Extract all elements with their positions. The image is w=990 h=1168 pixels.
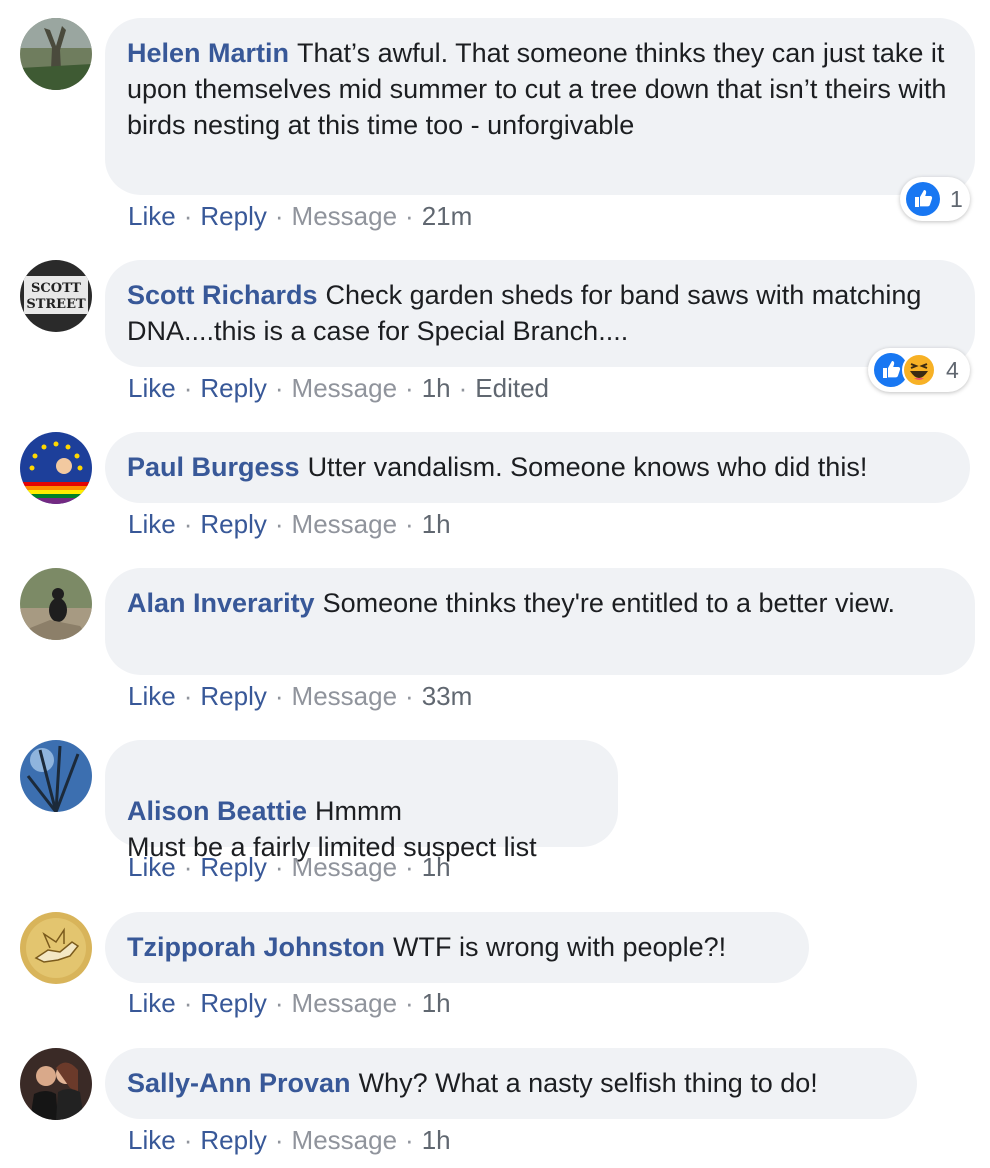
avatar-gold-coin: [20, 912, 92, 984]
comment-text: Someone thinks they're entitled to a bet…: [322, 588, 896, 618]
comment-actions: Like · Reply · Message · 1h: [128, 852, 451, 882]
separator-dot: ·: [274, 201, 284, 231]
comment-text: WTF is wrong with people?!: [392, 932, 727, 962]
comment-actions: Like · Reply · Message · 1h · Edited: [128, 373, 549, 403]
comment-timestamp[interactable]: 1h: [422, 1125, 451, 1155]
reaction-summary[interactable]: 4: [868, 348, 970, 392]
avatar[interactable]: [20, 568, 92, 640]
separator-dot: ·: [405, 201, 414, 231]
reply-link[interactable]: Reply: [200, 509, 266, 539]
edited-label[interactable]: Edited: [475, 373, 549, 403]
avatar-tree-photo: [20, 18, 92, 90]
comment-bubble: Scott Richards Check garden sheds for ban…: [105, 260, 975, 367]
comment-actions: Like · Reply · Message · 1h: [128, 509, 451, 539]
separator-dot: ·: [405, 988, 414, 1018]
separator-dot: ·: [183, 1125, 193, 1155]
avatar[interactable]: [20, 432, 92, 504]
sign-text-line-2: STREET: [26, 297, 86, 312]
avatar-dog-photo: [20, 568, 92, 640]
comment-author[interactable]: Alan Inverarity: [127, 588, 315, 618]
comment-timestamp[interactable]: 1h: [422, 852, 451, 882]
comment-actions: Like · Reply · Message · 21m: [128, 201, 472, 231]
separator-dot: ·: [183, 988, 193, 1018]
comment-author[interactable]: Scott Richards: [127, 280, 318, 310]
comment-actions: Like · Reply · Message · 1h: [128, 1125, 451, 1155]
separator-dot: ·: [274, 373, 284, 403]
separator-dot: ·: [183, 681, 193, 711]
comment-timestamp[interactable]: 1h: [422, 373, 451, 403]
separator-dot: ·: [405, 852, 414, 882]
like-link[interactable]: Like: [128, 373, 176, 403]
reaction-count: 4: [946, 356, 959, 383]
separator-dot: ·: [274, 988, 284, 1018]
like-link[interactable]: Like: [128, 681, 176, 711]
comment-bubble: Sally-Ann Provan Why? What a nasty selfis…: [105, 1048, 917, 1119]
like-icon: [906, 182, 940, 216]
separator-dot: ·: [274, 681, 284, 711]
message-link[interactable]: Message: [292, 509, 398, 539]
separator-dot: ·: [405, 681, 414, 711]
separator-dot: ·: [274, 852, 284, 882]
comment-bubble: Helen Martin That’s awful. That someone t…: [105, 18, 975, 195]
comment-bubble: Alan Inverarity Someone thinks they're en…: [105, 568, 975, 675]
avatar[interactable]: [20, 18, 92, 90]
comment-text: Utter vandalism. Someone knows who did t…: [307, 452, 868, 482]
comment-bubble: Paul Burgess Utter vandalism. Someone kno…: [105, 432, 970, 503]
reply-link[interactable]: Reply: [200, 373, 266, 403]
avatar-couple-photo: [20, 1048, 92, 1120]
comment-actions: Like · Reply · Message · 1h: [128, 988, 451, 1018]
avatar[interactable]: [20, 1048, 92, 1120]
comment-bubble: Alison Beattie Hmmm Must be a fairly limi…: [105, 740, 618, 862]
message-link[interactable]: Message: [292, 852, 398, 882]
reply-link[interactable]: Reply: [200, 201, 266, 231]
reply-link[interactable]: Reply: [200, 988, 266, 1018]
separator-dot: ·: [183, 852, 193, 882]
haha-icon: [902, 353, 936, 387]
comment-timestamp[interactable]: 1h: [422, 988, 451, 1018]
separator-dot: ·: [183, 373, 193, 403]
reaction-summary[interactable]: 1: [900, 177, 970, 221]
message-link[interactable]: Message: [292, 201, 398, 231]
comment-timestamp[interactable]: 33m: [422, 681, 473, 711]
separator-dot: ·: [405, 373, 414, 403]
separator-dot: ·: [183, 201, 193, 231]
reply-link[interactable]: Reply: [200, 1125, 266, 1155]
comment-author[interactable]: Alison Beattie: [127, 796, 307, 826]
avatar-sky-photo: [20, 740, 92, 812]
separator-dot: ·: [405, 1125, 414, 1155]
comment-timestamp[interactable]: 1h: [422, 509, 451, 539]
separator-dot: ·: [405, 509, 414, 539]
message-link[interactable]: Message: [292, 681, 398, 711]
reaction-count: 1: [950, 185, 963, 212]
separator-dot: ·: [274, 509, 284, 539]
like-link[interactable]: Like: [128, 1125, 176, 1155]
like-link[interactable]: Like: [128, 988, 176, 1018]
avatar-street-sign: SCOTT STREET: [20, 260, 92, 332]
comment-author[interactable]: Sally-Ann Provan: [127, 1068, 351, 1098]
message-link[interactable]: Message: [292, 988, 398, 1018]
comment-author[interactable]: Helen Martin: [127, 38, 289, 68]
comment-text: Why? What a nasty selfish thing to do!: [358, 1068, 818, 1098]
separator-dot: ·: [274, 1125, 284, 1155]
comment-author[interactable]: Tzipporah Johnston: [127, 932, 385, 962]
comment-author[interactable]: Paul Burgess: [127, 452, 300, 482]
message-link[interactable]: Message: [292, 1125, 398, 1155]
avatar[interactable]: [20, 912, 92, 984]
message-link[interactable]: Message: [292, 373, 398, 403]
separator-dot: ·: [458, 373, 468, 403]
avatar[interactable]: [20, 740, 92, 812]
separator-dot: ·: [183, 509, 193, 539]
avatar-eu-flag: [20, 432, 92, 504]
like-link[interactable]: Like: [128, 201, 176, 231]
sign-text-line-1: SCOTT: [31, 281, 81, 296]
comment-actions: Like · Reply · Message · 33m: [128, 681, 472, 711]
comment-bubble: Tzipporah Johnston WTF is wrong with peop…: [105, 912, 809, 983]
reply-link[interactable]: Reply: [200, 681, 266, 711]
like-link[interactable]: Like: [128, 852, 176, 882]
avatar[interactable]: SCOTT STREET: [20, 260, 92, 332]
comment-timestamp[interactable]: 21m: [422, 201, 473, 231]
like-link[interactable]: Like: [128, 509, 176, 539]
reply-link[interactable]: Reply: [200, 852, 266, 882]
